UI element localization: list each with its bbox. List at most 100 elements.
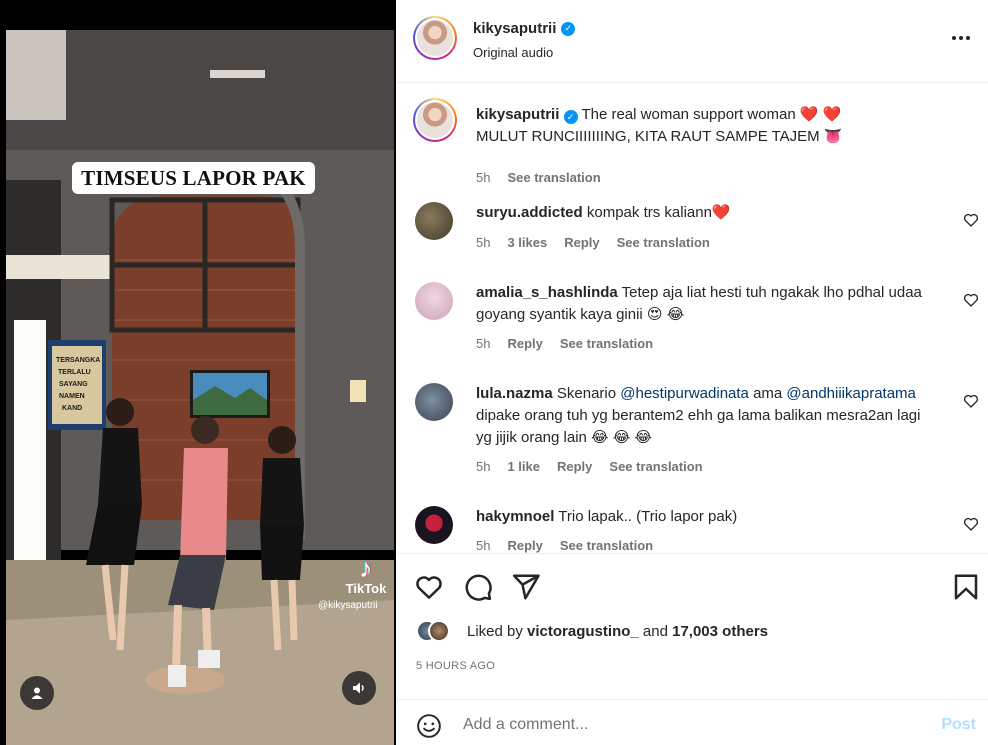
post-media[interactable]: TERSANGKA TERLALU SAYANG NAMEN KAND TIMS bbox=[0, 0, 396, 745]
caption-line1: The real woman support woman bbox=[581, 106, 796, 123]
ellipsis-icon bbox=[952, 36, 970, 40]
comment-avatar[interactable] bbox=[415, 202, 453, 240]
heart-emoji: ❤️ ❤️ bbox=[799, 106, 842, 123]
comment-meta: 5h Reply See translation bbox=[476, 538, 653, 553]
caption-text: kikysaputrii ✓ The real woman support wo… bbox=[476, 104, 936, 148]
comment-see-translation[interactable]: See translation bbox=[560, 538, 653, 553]
emoji-icon[interactable] bbox=[416, 713, 442, 739]
comment-likes[interactable]: 3 likes bbox=[507, 235, 547, 250]
comment-avatar[interactable] bbox=[415, 506, 453, 544]
caption-see-translation[interactable]: See translation bbox=[507, 170, 600, 185]
heart-icon[interactable] bbox=[414, 572, 444, 602]
comment-text: suryu.addicted kompak trs kaliann❤️ bbox=[476, 202, 936, 224]
author-avatar[interactable] bbox=[413, 16, 457, 60]
bookmark-icon[interactable] bbox=[951, 572, 981, 602]
comment-username[interactable]: suryu.addicted bbox=[476, 204, 583, 221]
liked-by-label: Liked by bbox=[467, 622, 523, 640]
likes-summary: Liked by victoragustino_ and 17,003 othe… bbox=[416, 620, 768, 642]
author-username-row: kikysaputrii ✓ bbox=[473, 20, 576, 37]
mention-link[interactable]: @hestipurwadinata bbox=[620, 385, 749, 402]
speaker-icon bbox=[353, 682, 364, 694]
caption-line2: MULUT RUNCIIIIIIING, KITA RAUT SAMPE TAJ… bbox=[476, 128, 820, 145]
tagged-users-button[interactable] bbox=[20, 676, 54, 710]
caption-meta: 5h See translation bbox=[476, 170, 601, 185]
likes-others-link[interactable]: 17,003 others bbox=[672, 623, 768, 640]
more-options-button[interactable] bbox=[948, 28, 974, 48]
post-sidebar: kikysaputrii ✓ Original audio kikysaputr… bbox=[396, 0, 988, 745]
comment-message-mid: ama bbox=[753, 385, 783, 402]
post-header: kikysaputrii ✓ Original audio bbox=[396, 0, 988, 83]
tongue-emoji: 👅 bbox=[823, 128, 843, 145]
caption-username[interactable]: kikysaputrii bbox=[476, 106, 559, 123]
comment-likes[interactable]: 1 like bbox=[507, 459, 540, 474]
comment-see-translation[interactable]: See translation bbox=[617, 235, 710, 250]
comment-text: amalia_s_hashlinda Tetep aja liat hesti … bbox=[476, 282, 936, 326]
liker-avatars bbox=[416, 620, 450, 642]
comment-meta: 5h 3 likes Reply See translation bbox=[476, 235, 710, 250]
tiktok-icon: ♪ bbox=[359, 553, 373, 583]
comment-time: 5h bbox=[476, 538, 491, 553]
comment-text: lula.nazma Skenario @hestipurwadinata am… bbox=[476, 383, 936, 449]
author-username[interactable]: kikysaputrii bbox=[473, 20, 556, 37]
comment-row: hakymnoel Trio lapak.. (Trio lapor pak) … bbox=[396, 504, 988, 553]
caption-row: kikysaputrii ✓ The real woman support wo… bbox=[396, 98, 988, 185]
comment-reply-button[interactable]: Reply bbox=[557, 459, 592, 474]
tiktok-username-watermark: @kikysaputrii bbox=[318, 600, 378, 611]
comment-like-heart-icon[interactable] bbox=[963, 212, 979, 228]
comment-like-heart-icon[interactable] bbox=[963, 292, 979, 308]
comment-avatar[interactable] bbox=[415, 383, 453, 421]
post-comment-button[interactable]: Post bbox=[941, 716, 976, 734]
tiktok-watermark: ♪ TikTok bbox=[342, 554, 390, 596]
svg-text:NAMEN: NAMEN bbox=[59, 393, 85, 400]
comment-input[interactable]: Add a comment... bbox=[463, 716, 588, 734]
svg-text:KAND: KAND bbox=[62, 405, 82, 412]
svg-text:SAYANG: SAYANG bbox=[59, 381, 88, 388]
verified-badge-icon: ✓ bbox=[563, 110, 578, 124]
comment-icon[interactable] bbox=[463, 572, 493, 602]
comment-message: kompak trs kaliann❤️ bbox=[586, 204, 731, 221]
post-actions: Liked by victoragustino_ and 17,003 othe… bbox=[396, 553, 988, 699]
comment-meta: 5h Reply See translation bbox=[476, 336, 653, 351]
mention-link[interactable]: @andhiiikapratama bbox=[786, 385, 915, 402]
comment-message: Trio lapak.. (Trio lapor pak) bbox=[558, 508, 738, 525]
comment-time: 5h bbox=[476, 235, 491, 250]
comment-like-heart-icon[interactable] bbox=[963, 516, 979, 532]
liker-avatar[interactable] bbox=[428, 620, 450, 642]
liked-by-username[interactable]: victoragustino_ bbox=[527, 623, 639, 640]
post-timestamp[interactable]: 5 HOURS AGO bbox=[416, 660, 495, 672]
comment-time: 5h bbox=[476, 459, 491, 474]
comment-reply-button[interactable]: Reply bbox=[507, 538, 542, 553]
sound-toggle-button[interactable] bbox=[342, 671, 376, 705]
comment-row: suryu.addicted kompak trs kaliann❤️ 5h 3… bbox=[396, 200, 988, 260]
verified-badge-icon: ✓ bbox=[561, 21, 576, 36]
svg-text:TERLALU: TERLALU bbox=[58, 369, 91, 376]
comment-username[interactable]: hakymnoel bbox=[476, 508, 554, 525]
comment-like-heart-icon[interactable] bbox=[963, 393, 979, 409]
comment-row: amalia_s_hashlinda Tetep aja liat hesti … bbox=[396, 280, 988, 360]
comment-time: 5h bbox=[476, 336, 491, 351]
caption-avatar[interactable] bbox=[413, 98, 457, 142]
comment-text: hakymnoel Trio lapak.. (Trio lapor pak) bbox=[476, 506, 936, 528]
comment-reply-button[interactable]: Reply bbox=[564, 235, 599, 250]
and-label: and bbox=[642, 622, 668, 640]
original-audio-link[interactable]: Original audio bbox=[473, 45, 553, 60]
video-caption-overlay: TIMSEUS LAPOR PAK bbox=[72, 162, 315, 194]
video-frame: TERSANGKA TERLALU SAYANG NAMEN KAND bbox=[0, 0, 396, 745]
svg-text:TERSANGKA: TERSANGKA bbox=[56, 357, 100, 364]
tiktok-brand-label: TikTok bbox=[345, 581, 387, 596]
comment-username[interactable]: amalia_s_hashlinda bbox=[476, 284, 618, 301]
comment-reply-button[interactable]: Reply bbox=[507, 336, 542, 351]
user-tag-icon bbox=[31, 687, 43, 699]
comment-row: lula.nazma Skenario @hestipurwadinata am… bbox=[396, 381, 988, 481]
share-icon[interactable] bbox=[511, 572, 541, 602]
comments-list[interactable]: kikysaputrii ✓ The real woman support wo… bbox=[396, 84, 988, 553]
comment-see-translation[interactable]: See translation bbox=[560, 336, 653, 351]
comment-username[interactable]: lula.nazma bbox=[476, 385, 553, 402]
comment-see-translation[interactable]: See translation bbox=[609, 459, 702, 474]
caption-time: 5h bbox=[476, 170, 491, 185]
comment-avatar[interactable] bbox=[415, 282, 453, 320]
comment-meta: 5h 1 like Reply See translation bbox=[476, 459, 703, 474]
comment-message-start: Skenario bbox=[556, 385, 617, 402]
comment-message-end: dipake orang tuh yg berantem2 ehh ga lam… bbox=[476, 407, 921, 446]
comment-composer: Add a comment... Post bbox=[396, 699, 988, 745]
